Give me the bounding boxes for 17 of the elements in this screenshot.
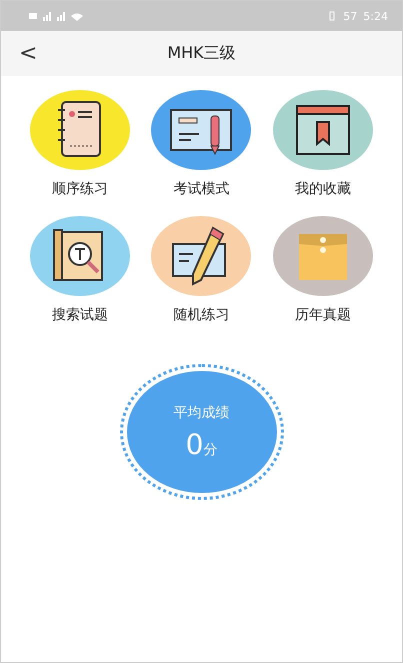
menu-icon[interactable] (151, 90, 252, 170)
menu-icon[interactable] (30, 90, 130, 170)
vibrate-icon (327, 11, 338, 21)
menu-label[interactable]: 搜索试题 (52, 306, 108, 324)
signal-icon (29, 11, 83, 21)
score-label: 平均成绩 (174, 404, 230, 422)
page-title: MHK三级 (167, 43, 236, 64)
menu-label[interactable]: 随机练习 (173, 306, 230, 324)
menu-icon[interactable] (30, 216, 130, 296)
menu-label[interactable]: 顺序练习 (52, 180, 108, 198)
menu-label[interactable]: 考试模式 (173, 180, 230, 198)
menu-icon[interactable] (273, 90, 374, 170)
back-button[interactable]: < (15, 41, 42, 66)
score-value: 0分 (186, 428, 218, 460)
menu-label[interactable]: 我的收藏 (295, 180, 352, 198)
menu-icon[interactable] (151, 216, 252, 296)
menu-label[interactable]: 历年真题 (295, 306, 352, 324)
